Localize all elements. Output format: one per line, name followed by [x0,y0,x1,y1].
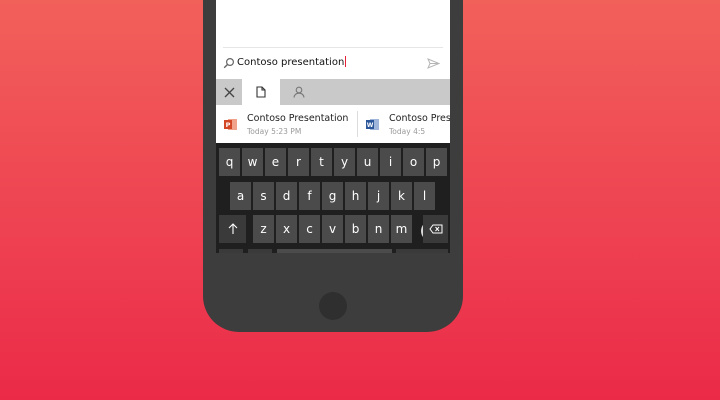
key-n[interactable]: n [368,215,389,243]
key-label: v [328,222,337,236]
compose-divider [223,47,443,48]
key-label: q [225,155,234,169]
key-y[interactable]: y [334,148,355,176]
result-name: Contoso Presentation [247,113,349,124]
key-label: l [422,189,427,203]
key-label: o [409,155,418,169]
key-label: k [398,189,405,203]
key-label: p [432,155,441,169]
key-label: e [271,155,280,169]
key-label: f [307,189,312,203]
result-time: Today 5:23 PM [247,127,302,136]
person-icon [293,86,305,98]
key-i[interactable]: i [380,148,401,176]
file-results: P Contoso Presentation Today 5:23 PM W C… [216,105,450,241]
tab-files[interactable] [242,79,280,105]
key-w[interactable]: w [242,148,263,176]
close-icon [224,87,234,97]
search-query-text: Contoso presentation [237,57,345,68]
key-label: m [395,222,408,236]
phone-screen: Contoso presentation P Contoso Presentat… [216,0,450,253]
key-label: i [388,155,393,169]
key-label: z [260,222,267,236]
key-label: t [319,155,324,169]
tab-close[interactable] [216,79,242,105]
key-label: u [363,155,372,169]
key-q[interactable]: q [219,148,240,176]
key-a[interactable]: a [230,182,251,210]
key-p[interactable]: p [426,148,447,176]
word-icon: W [366,119,379,130]
shift-arrow-icon [228,223,237,234]
enter-key[interactable] [396,249,448,253]
phone-frame: Contoso presentation P Contoso Presentat… [203,0,463,332]
key-label: y [340,155,349,169]
key-s[interactable]: s [253,182,274,210]
tab-people[interactable] [280,79,318,105]
text-caret [345,56,347,67]
key-label: j [376,189,381,203]
key-g[interactable]: g [322,182,343,210]
key-f[interactable]: f [299,182,320,210]
search-bar[interactable]: Contoso presentation [216,50,450,79]
key-d[interactable]: d [276,182,297,210]
space-key[interactable]: space [277,249,392,253]
key-m[interactable]: m [391,215,412,243]
language-key[interactable] [248,249,272,253]
key-label: n [374,222,383,236]
backspace-key[interactable] [423,215,448,243]
key-label: r [296,155,301,169]
key-j[interactable]: j [368,182,389,210]
document-icon [256,86,266,98]
key-label: c [306,222,313,236]
key-o[interactable]: o [403,148,424,176]
key-h[interactable]: h [345,182,366,210]
key-label: h [351,189,360,203]
key-e[interactable]: e [265,148,286,176]
key-label: d [282,189,291,203]
powerpoint-icon: P [224,119,237,130]
key-label: w [247,155,258,169]
send-icon[interactable] [427,58,440,69]
backspace-icon [428,224,442,234]
key-label: g [328,189,337,203]
home-button[interactable] [319,292,347,320]
shift-key[interactable] [219,215,246,243]
key-v[interactable]: v [322,215,343,243]
key-label: s [260,189,267,203]
key-t[interactable]: t [311,148,332,176]
key-label: a [236,189,245,203]
key-z[interactable]: z [253,215,274,243]
key-b[interactable]: b [345,215,366,243]
result-time: Today 4:5 [389,127,426,136]
key-label: x [282,222,291,236]
key-u[interactable]: u [357,148,378,176]
key-r[interactable]: r [288,148,309,176]
key-k[interactable]: k [391,182,412,210]
key-c[interactable]: c [299,215,320,243]
svg-text:P: P [226,121,231,129]
search-icon [223,57,235,69]
numbers-key[interactable]: 123 [219,249,243,253]
result-item[interactable]: W Contoso Prese Today 4:5 [358,105,450,143]
result-item[interactable]: P Contoso Presentation Today 5:23 PM [216,105,357,143]
result-name: Contoso Prese [389,113,450,124]
compose-area[interactable] [216,0,450,50]
attachment-tab-bar [216,79,450,105]
key-x[interactable]: x [276,215,297,243]
key-label: b [351,222,360,236]
key-l[interactable]: l [414,182,435,210]
search-input[interactable]: Contoso presentation [237,56,347,68]
svg-text:W: W [367,122,374,129]
